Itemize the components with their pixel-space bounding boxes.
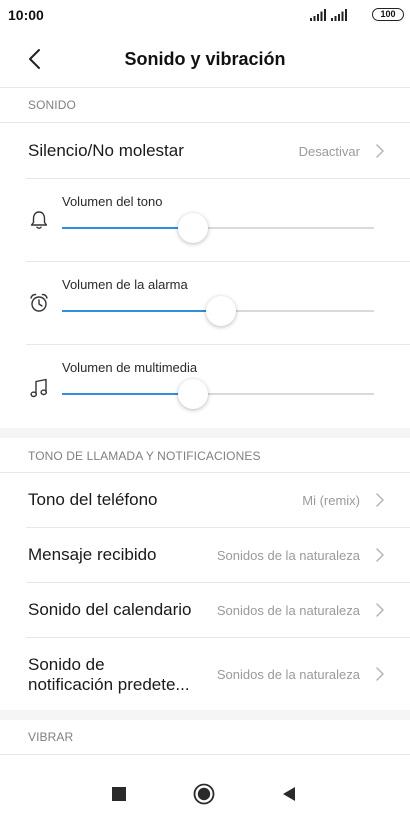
slider-fill [62,310,221,312]
row-value: Sonidos de la naturaleza [216,603,360,618]
default-notification-sound-row[interactable]: Sonido de notificación predete... Sonido… [0,638,410,709]
section-gap [0,710,410,720]
media-volume-slider[interactable] [62,379,374,409]
row-value: Sonidos de la naturaleza [216,667,360,682]
ringtone-volume-slider-row: Volumen del tono [0,179,410,261]
home-circle-icon [193,783,215,805]
recent-apps-button[interactable] [106,781,132,807]
slider-fill [62,393,193,395]
chevron-right-icon [376,144,384,158]
chevron-right-icon [376,667,384,681]
square-icon [112,787,126,801]
status-time: 10:00 [8,7,44,23]
alarm-clock-icon [30,293,48,312]
page-title: Sonido y vibración [124,49,286,69]
slider-thumb[interactable] [178,379,208,409]
slider-thumb[interactable] [206,296,236,326]
status-bar: 10:00 100 [0,0,410,32]
back-nav-button[interactable] [276,781,302,807]
section-label-ringtones: TONO DE LLAMADA Y NOTIFICACIONES [28,449,261,463]
silence-do-not-disturb-row[interactable]: Silencio/No molestar Desactivar [0,123,410,179]
chevron-right-icon [376,603,384,617]
back-triangle-icon [283,787,295,801]
divider [0,87,410,88]
row-title: Sonido de [28,655,105,674]
chevron-right-icon [376,493,384,507]
slider-label: Volumen de multimedia [62,360,198,375]
battery-icon: 100 [372,8,404,21]
row-title: Silencio/No molestar [28,141,184,160]
slider-label: Volumen de la alarma [62,277,188,292]
ringtone-volume-slider[interactable] [62,213,374,243]
signal-strength-icon [331,9,347,21]
row-value: Sonidos de la naturaleza [216,548,360,563]
phone-ringtone-row[interactable]: Tono del teléfono Mi (remix) [0,473,410,527]
row-title: Tono del teléfono [28,490,158,509]
row-value: Desactivar [298,144,360,159]
alarm-volume-slider-row: Volumen de la alarma [0,262,410,344]
music-note-icon [30,378,48,398]
slider-label: Volumen del tono [62,194,163,209]
section-gap [0,428,410,438]
section-label-sound: SONIDO [28,98,76,112]
row-title: Mensaje recibido [28,545,157,564]
battery-level: 100 [380,9,396,19]
row-value: Mi (remix) [302,493,360,508]
slider-thumb[interactable] [178,213,208,243]
media-volume-slider-row: Volumen de multimedia [0,345,410,427]
divider [0,754,410,755]
navigation-bar [0,764,410,820]
alarm-volume-slider[interactable] [62,296,374,326]
bell-icon [30,211,48,230]
row-title: notificación predete... [28,675,190,694]
calendar-sound-row[interactable]: Sonido del calendario Sonidos de la natu… [0,583,410,637]
chevron-right-icon [376,548,384,562]
message-received-row[interactable]: Mensaje recibido Sonidos de la naturalez… [0,528,410,582]
header: Sonido y vibración [0,32,410,88]
slider-fill [62,227,193,229]
section-label-vibrate: VIBRAR [28,730,74,744]
row-title: Sonido del calendario [28,600,192,619]
home-button[interactable] [191,781,217,807]
signal-strength-icon [310,9,326,21]
